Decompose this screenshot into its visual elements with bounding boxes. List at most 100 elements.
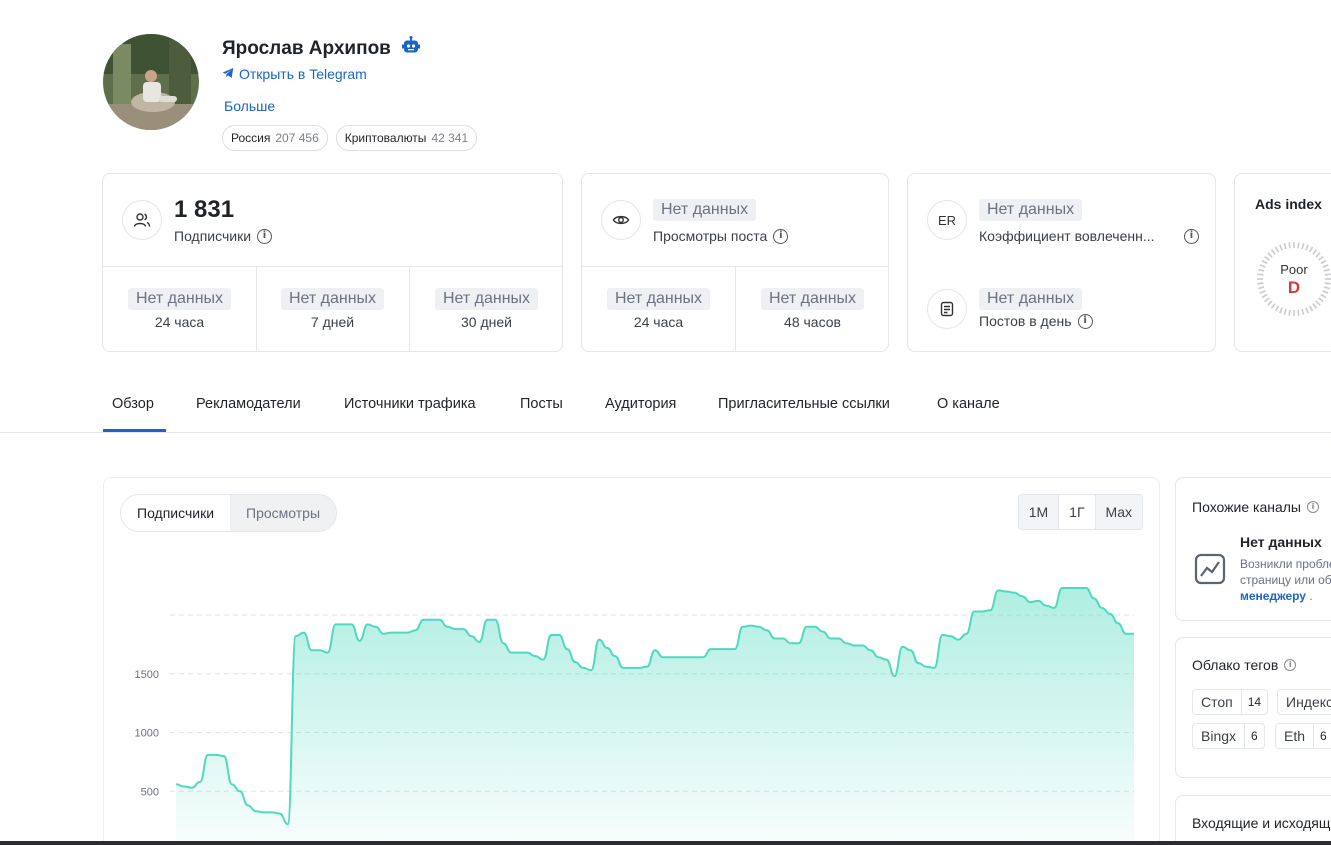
open-telegram-link[interactable]: Открыть в Telegram bbox=[222, 66, 367, 82]
period-label: 7 дней bbox=[310, 313, 355, 330]
info-icon[interactable]: i bbox=[1184, 228, 1199, 244]
info-icon[interactable]: i bbox=[257, 228, 273, 244]
gauge-tick bbox=[1312, 303, 1318, 309]
chart-icon bbox=[1194, 553, 1226, 585]
chip-count: 207 456 bbox=[275, 131, 319, 145]
post-views-label: Просмотры поста bbox=[653, 228, 768, 244]
gauge-tick bbox=[1288, 309, 1291, 316]
taskbar-edge bbox=[0, 841, 1331, 845]
chip-country[interactable]: Россия 207 456 bbox=[222, 125, 328, 151]
no-data-badge: Нет данных bbox=[434, 287, 539, 310]
metric-views[interactable]: Просмотры bbox=[230, 495, 337, 531]
ads-index-gauge: Poor D bbox=[1255, 240, 1331, 318]
ads-index-title: Ads index bbox=[1255, 196, 1322, 212]
eye-icon bbox=[601, 200, 641, 240]
gauge-tick bbox=[1308, 246, 1314, 253]
channel-avatar bbox=[103, 34, 199, 130]
similar-empty-desc: Возникли проблемы, обновите страницу или… bbox=[1240, 556, 1331, 604]
tag-item[interactable]: Индекс bbox=[1277, 689, 1331, 715]
tag-count: 6 bbox=[1244, 724, 1264, 748]
desc-end: . bbox=[1309, 589, 1313, 603]
info-icon[interactable]: i bbox=[1077, 313, 1093, 329]
gauge-tick bbox=[1283, 243, 1287, 250]
gauge-tick bbox=[1283, 308, 1287, 315]
more-link[interactable]: Больше bbox=[224, 98, 275, 114]
tab-traffic-sources[interactable]: Источники трафика bbox=[344, 396, 476, 412]
ads-index-rating: Poor bbox=[1280, 262, 1308, 277]
gauge-tick bbox=[1274, 246, 1280, 253]
post-views-card: Нет данных Просмотры поста i Нет данных … bbox=[581, 173, 889, 352]
y-tick-label: 1000 bbox=[135, 728, 159, 740]
range-max[interactable]: Max bbox=[1095, 495, 1142, 529]
no-data-badge: Нет данных bbox=[606, 287, 711, 310]
gauge-tick bbox=[1267, 300, 1273, 306]
tag-item[interactable]: Bingx 6 bbox=[1192, 723, 1265, 749]
inbound-outbound-panel: Входящие и исходящие bbox=[1175, 795, 1331, 845]
channel-name-row: Ярослав Архипов bbox=[222, 36, 421, 61]
chip-category[interactable]: Криптовалюты 42 341 bbox=[335, 125, 478, 151]
chip-label: Россия bbox=[231, 131, 271, 145]
range-1m[interactable]: 1М bbox=[1018, 495, 1060, 529]
y-tick-label: 500 bbox=[141, 786, 159, 798]
er-label-row: Коэффициент вовлеченн... i bbox=[979, 228, 1199, 244]
gauge-tick bbox=[1318, 255, 1324, 261]
gauge-tick bbox=[1308, 305, 1314, 312]
period-label: 30 дней bbox=[461, 313, 512, 330]
channel-tabs: Обзор Рекламодатели Источники трафика По… bbox=[0, 380, 1331, 433]
post-views-value: Нет данных bbox=[653, 199, 757, 221]
subscribers-label: Подписчики bbox=[174, 228, 252, 244]
info-icon[interactable]: i bbox=[1307, 501, 1319, 513]
desc-line: Возникли проблемы, обновите bbox=[1240, 557, 1331, 571]
subscribers-chart[interactable]: 1500 1000 500 bbox=[104, 548, 1161, 843]
er-label: Коэффициент вовлеченн... bbox=[979, 228, 1155, 244]
gauge-tick bbox=[1279, 307, 1283, 314]
tag-cloud-title-row: Облако тегов i bbox=[1192, 657, 1297, 673]
tab-advertisers[interactable]: Рекламодатели bbox=[196, 396, 301, 412]
tag-count: 14 bbox=[1240, 690, 1267, 714]
tag-item[interactable]: Eth 6 bbox=[1275, 723, 1331, 749]
er-value: Нет данных bbox=[979, 199, 1083, 221]
metric-subscribers[interactable]: Подписчики bbox=[121, 495, 231, 531]
posts-per-day-value: Нет данных bbox=[979, 288, 1083, 310]
gauge-tick bbox=[1297, 242, 1300, 249]
category-chips: Россия 207 456 Криптовалюты 42 341 bbox=[222, 125, 478, 151]
tab-overview[interactable]: Обзор bbox=[112, 396, 154, 412]
gauge-tick bbox=[1279, 244, 1283, 251]
tag-item[interactable]: Стоп 14 bbox=[1192, 689, 1269, 715]
range-1y[interactable]: 1Г bbox=[1059, 495, 1096, 529]
no-data-badge: Нет данных bbox=[127, 287, 232, 310]
open-telegram-label: Открыть в Telegram bbox=[239, 66, 367, 82]
ads-index-grade: D bbox=[1287, 278, 1301, 297]
chip-count: 42 341 bbox=[431, 131, 469, 145]
gauge-tick bbox=[1318, 297, 1324, 303]
document-icon bbox=[927, 289, 967, 329]
tab-audience[interactable]: Аудитория bbox=[605, 396, 676, 412]
tab-about[interactable]: О канале bbox=[937, 396, 1000, 412]
views-24h: Нет данных 24 часа bbox=[582, 266, 735, 351]
channel-name: Ярослав Архипов bbox=[222, 37, 391, 59]
posts-per-day-label-row: Постов в день i bbox=[979, 313, 1093, 329]
info-icon[interactable]: i bbox=[773, 228, 789, 244]
gauge-tick bbox=[1312, 249, 1318, 255]
gauge-tick bbox=[1264, 255, 1270, 261]
gauge-tick bbox=[1270, 303, 1276, 309]
gauge-tick bbox=[1301, 243, 1305, 250]
tab-invite-links[interactable]: Пригласительные ссылки bbox=[718, 396, 890, 412]
period-label: 48 часов bbox=[784, 313, 841, 330]
tab-posts[interactable]: Посты bbox=[520, 396, 563, 412]
gauge-tick bbox=[1301, 308, 1305, 315]
info-icon[interactable]: i bbox=[1284, 659, 1297, 671]
tag-count: 6 bbox=[1313, 724, 1331, 748]
subscribers-label-row: Подписчики i bbox=[174, 228, 273, 244]
range-switch: 1М 1Г Max bbox=[1017, 494, 1143, 530]
inbound-outbound-title: Входящие и исходящие bbox=[1192, 815, 1331, 831]
subscribers-7d: Нет данных 7 дней bbox=[256, 266, 409, 351]
bot-icon bbox=[401, 36, 421, 61]
views-48h: Нет данных 48 часов bbox=[735, 266, 888, 351]
manager-link[interactable]: менеджеру bbox=[1240, 589, 1306, 603]
series-area bbox=[176, 587, 1134, 843]
tag-name: Стоп bbox=[1201, 694, 1233, 710]
er-icon: ER bbox=[927, 200, 967, 240]
similar-channels-panel: Похожие каналы i Нет данных Возникли про… bbox=[1175, 477, 1331, 621]
tag-cloud-title: Облако тегов bbox=[1192, 657, 1279, 673]
